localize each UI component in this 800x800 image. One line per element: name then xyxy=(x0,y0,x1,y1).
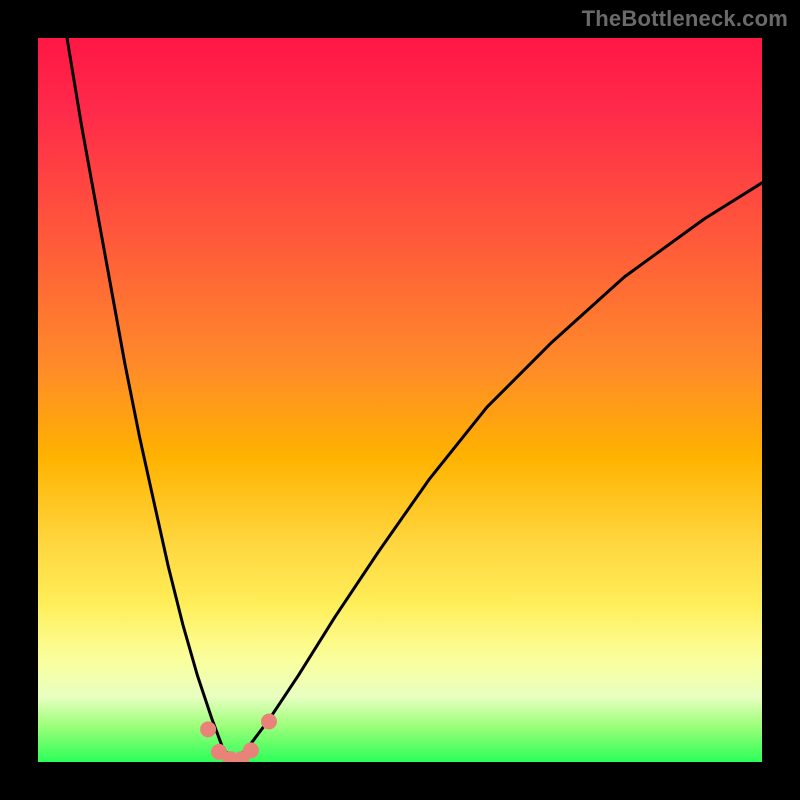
bottleneck-curve xyxy=(38,38,762,762)
chart-frame: TheBottleneck.com xyxy=(0,0,800,800)
curve-marker xyxy=(200,721,216,737)
watermark-text: TheBottleneck.com xyxy=(582,6,788,32)
curve-marker xyxy=(211,744,227,760)
plot-area xyxy=(38,38,762,762)
curve-marker xyxy=(233,751,249,762)
curve-path xyxy=(67,38,762,762)
curve-marker xyxy=(261,714,277,730)
curve-marker xyxy=(223,751,239,762)
curve-marker xyxy=(243,742,259,758)
